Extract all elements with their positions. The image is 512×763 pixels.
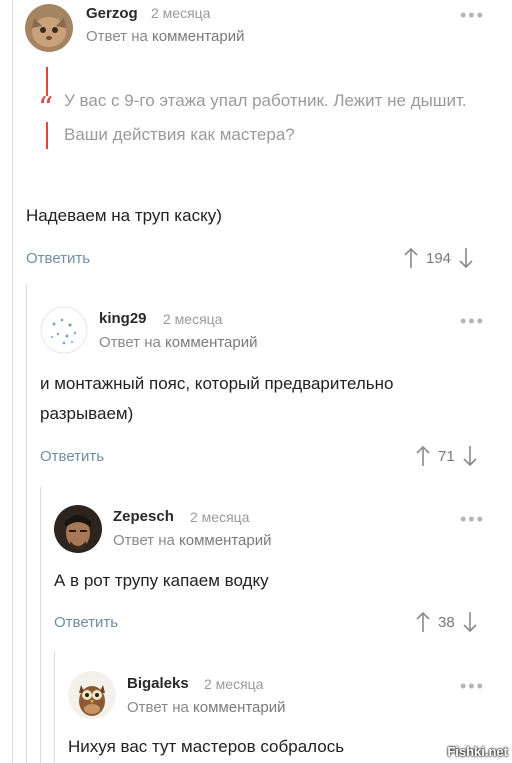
thread-line <box>40 487 41 763</box>
reply-link[interactable]: комментарий <box>179 532 271 549</box>
timestamp: 2 месяца <box>204 676 264 692</box>
comment-text: и монтажный пояс, который предварительно… <box>40 374 394 423</box>
reply-prefix: Ответ на <box>113 532 175 549</box>
timestamp: 2 месяца <box>190 509 250 525</box>
thread-line <box>54 652 55 763</box>
avatar[interactable] <box>68 671 116 719</box>
reply-prefix: Ответ на <box>99 334 161 351</box>
vote-controls: 71 <box>416 445 477 467</box>
username[interactable]: Gerzog <box>86 5 138 22</box>
reply-link[interactable]: комментарий <box>152 28 244 45</box>
vote-count: 38 <box>438 613 455 631</box>
reply-to: Ответ на комментарий <box>113 532 272 549</box>
arrow-up-icon[interactable] <box>416 611 430 633</box>
timestamp: 2 месяца <box>151 5 211 21</box>
quoted-text: У вас с 9-го этажа упал работник. Лежит … <box>64 91 467 144</box>
reply-prefix: Ответ на <box>86 28 148 45</box>
reply-to: Ответ на комментарий <box>99 334 258 351</box>
thread-line <box>12 0 13 763</box>
reply-prefix: Ответ на <box>127 699 189 716</box>
avatar[interactable] <box>40 306 88 354</box>
reply-to: Ответ на комментарий <box>86 28 245 45</box>
reply-button[interactable]: Ответить <box>26 250 90 267</box>
arrow-down-icon[interactable] <box>459 247 473 269</box>
reply-button[interactable]: Ответить <box>54 614 118 631</box>
username[interactable]: king29 <box>99 310 147 327</box>
avatar[interactable] <box>25 4 73 52</box>
quote-icon: “ <box>38 91 54 126</box>
watermark: Fishki.net <box>447 744 508 759</box>
reply-link[interactable]: комментарий <box>165 334 257 351</box>
timestamp: 2 месяца <box>163 311 223 327</box>
thread-line <box>26 285 27 763</box>
more-horizontal-icon[interactable]: ••• <box>460 6 485 24</box>
vote-controls: 38 <box>416 611 477 633</box>
arrow-down-icon[interactable] <box>463 611 477 633</box>
reply-to: Ответ на комментарий <box>127 699 286 716</box>
username[interactable]: Bigaleks <box>127 675 189 692</box>
vote-count: 71 <box>438 447 455 465</box>
vote-controls: 194 <box>404 247 473 269</box>
reply-button[interactable]: Ответить <box>40 448 104 465</box>
arrow-up-icon[interactable] <box>404 247 418 269</box>
reply-link[interactable]: комментарий <box>193 699 285 716</box>
more-horizontal-icon[interactable]: ••• <box>460 510 485 528</box>
avatar[interactable] <box>54 505 102 553</box>
username[interactable]: Zepesch <box>113 508 174 525</box>
comment-text: Надеваем на труп каску) <box>26 206 222 225</box>
vote-count: 194 <box>426 249 452 267</box>
arrow-down-icon[interactable] <box>463 445 477 467</box>
more-horizontal-icon[interactable]: ••• <box>460 312 485 330</box>
comment-text: А в рот трупу капаем водку <box>54 571 269 590</box>
comment-text: Нихуя вас тут мастеров собралось <box>68 737 345 756</box>
more-horizontal-icon[interactable]: ••• <box>460 677 485 695</box>
arrow-up-icon[interactable] <box>416 445 430 467</box>
